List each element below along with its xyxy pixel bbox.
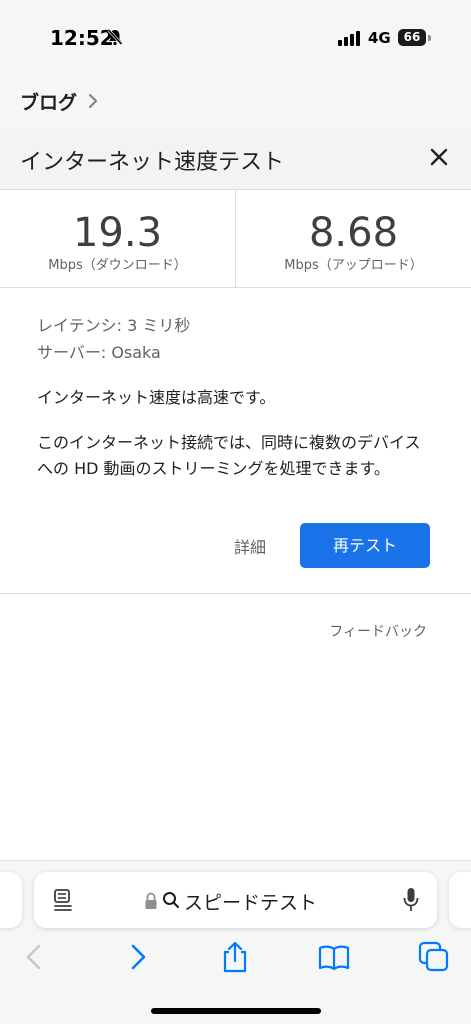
download-speed-value: 19.3: [72, 210, 163, 256]
bell-slash-icon: [107, 28, 123, 46]
back-icon[interactable]: [18, 940, 52, 974]
bookmarks-icon[interactable]: [317, 940, 351, 974]
breadcrumb[interactable]: ブログ: [0, 70, 471, 128]
chevron-right-icon: [88, 93, 98, 109]
home-indicator: [151, 1008, 321, 1014]
lock-icon: [145, 892, 157, 909]
details-button[interactable]: 詳細: [234, 534, 266, 558]
forward-icon[interactable]: [120, 940, 154, 974]
tabs-icon[interactable]: [417, 940, 451, 974]
speed-results: 19.3 Mbps（ダウンロード） 8.68 Mbps（アップロード）: [0, 190, 471, 288]
card-title: インターネット速度テスト: [20, 150, 285, 175]
breadcrumb-label[interactable]: ブログ: [20, 88, 77, 115]
upload-speed-unit: Mbps（アップロード）: [284, 258, 423, 273]
speed-test-header: インターネット速度テスト: [0, 128, 471, 190]
feedback-link[interactable]: フィードバック: [329, 621, 427, 641]
share-icon[interactable]: [218, 940, 252, 974]
close-icon[interactable]: [424, 142, 454, 172]
reader-icon[interactable]: [52, 888, 74, 912]
retest-button[interactable]: 再テスト: [300, 523, 430, 568]
upload-speed-value: 8.68: [308, 210, 399, 256]
speed-description: このインターネット接続では、同時に複数のデバイスへの HD 動画のストリーミング…: [37, 433, 421, 478]
network-type: 4G: [368, 29, 391, 47]
next-tab-preview[interactable]: [449, 872, 471, 928]
latency-text: レイテンシ: 3 ミリ秒: [37, 316, 191, 335]
search-icon: [163, 892, 180, 909]
previous-tab-preview[interactable]: [0, 872, 22, 928]
cellular-signal-icon: [338, 31, 360, 46]
microphone-icon[interactable]: [403, 887, 419, 913]
battery-tip: [428, 35, 431, 41]
address-text[interactable]: スピードテスト: [184, 888, 317, 915]
status-time: 12:52: [50, 26, 114, 50]
download-speed-unit: Mbps（ダウンロード）: [48, 258, 187, 273]
battery-indicator: 66: [398, 29, 426, 46]
divider: [0, 593, 471, 594]
speed-summary: インターネット速度は高速です。: [37, 388, 276, 407]
server-text: サーバー: Osaka: [37, 343, 161, 362]
result-details: レイテンシ: 3 ミリ秒 サーバー: Osaka インターネット速度は高速です。…: [37, 312, 437, 482]
